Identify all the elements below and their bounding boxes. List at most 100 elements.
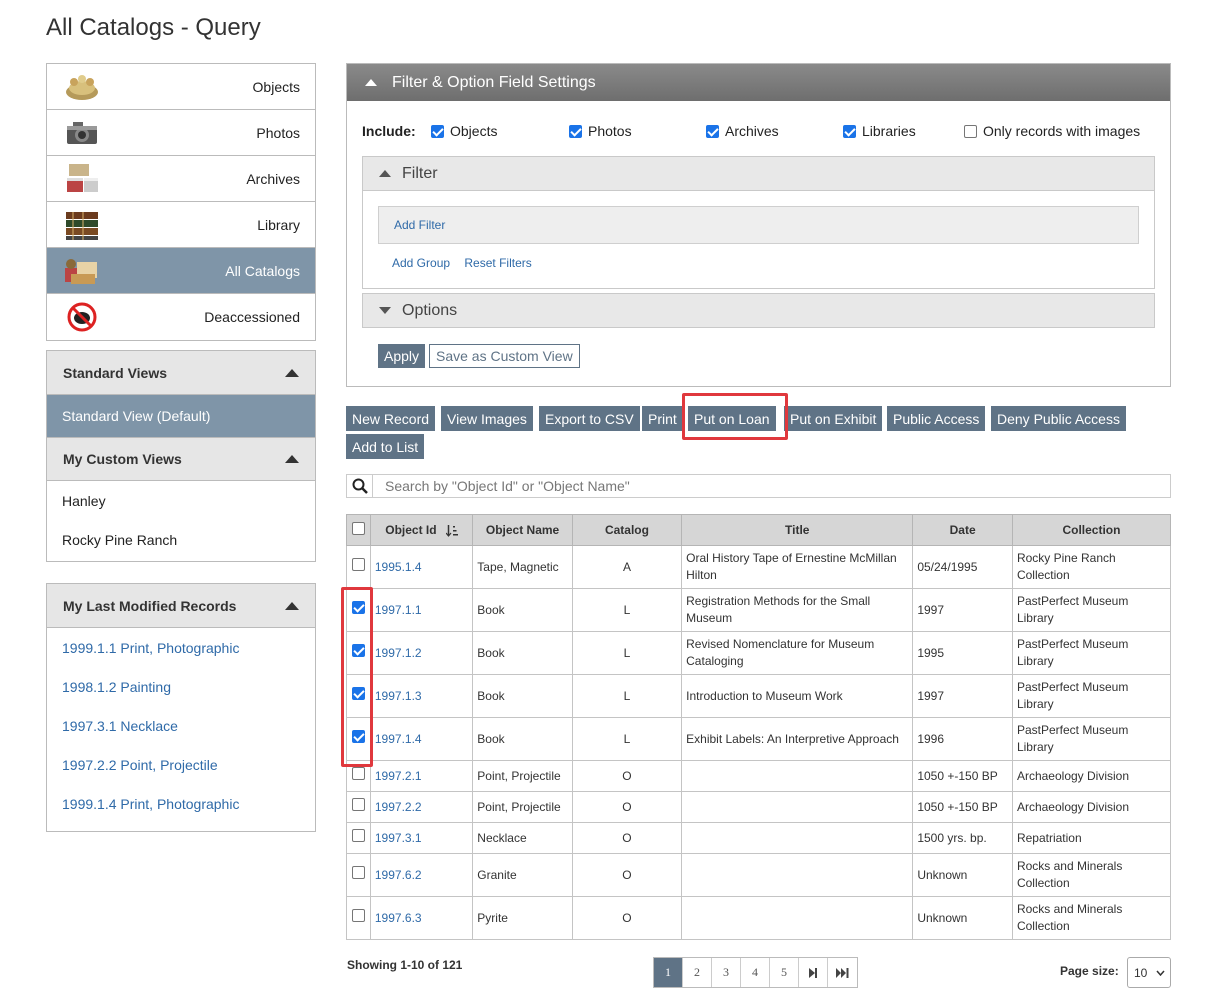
table-row[interactable]: 1997.2.2 Point, Projectile O 1050 +-150 … <box>346 791 1172 823</box>
add-group-link[interactable]: Add Group <box>392 256 450 270</box>
date-cell: 1995 <box>912 631 1013 675</box>
table-row[interactable]: 1995.1.4 Tape, Magnetic A Oral History T… <box>346 545 1172 589</box>
include-libraries-checkbox[interactable]: Libraries <box>843 123 916 139</box>
only-with-images-checkbox[interactable]: Only records with images <box>964 123 1140 139</box>
object-id-link[interactable]: 1997.6.2 <box>375 868 422 882</box>
row-checkbox[interactable] <box>351 558 365 571</box>
object-id-link[interactable]: 1997.2.2 <box>375 800 422 814</box>
recent-record-link[interactable]: 1999.1.1 Print, Photographic <box>47 628 315 667</box>
row-checkbox[interactable] <box>351 866 365 879</box>
deny-public-access-button[interactable]: Deny Public Access <box>991 406 1126 431</box>
export-csv-button[interactable]: Export to CSV <box>539 406 640 431</box>
catalog-item-photos[interactable]: Photos <box>47 110 315 156</box>
table-row[interactable]: 1997.1.2 Book L Revised Nomenclature for… <box>346 631 1172 675</box>
next-page-icon[interactable] <box>799 958 828 987</box>
object-id-link[interactable]: 1997.3.1 <box>375 831 422 845</box>
catalog-item-objects[interactable]: Objects <box>47 64 315 110</box>
recent-record-link[interactable]: 1997.3.1 Necklace <box>47 706 315 745</box>
col-catalog[interactable]: Catalog <box>571 514 683 546</box>
row-checkbox[interactable] <box>351 767 365 780</box>
views-panel: Standard Views Standard View (Default) M… <box>46 350 316 562</box>
collapse-icon[interactable] <box>285 455 299 463</box>
search-icon[interactable] <box>347 475 373 497</box>
checkbox[interactable] <box>843 124 856 138</box>
print-button[interactable]: Print <box>642 406 683 431</box>
recent-record-link[interactable]: 1998.1.2 Painting <box>47 667 315 706</box>
table-row[interactable]: 1997.2.1 Point, Projectile O 1050 +-150 … <box>346 760 1172 792</box>
public-access-button[interactable]: Public Access <box>887 406 986 431</box>
table-row[interactable]: 1997.1.1 Book L Registration Methods for… <box>346 588 1172 632</box>
standard-view-default[interactable]: Standard View (Default) <box>47 395 315 437</box>
page-button-current[interactable]: 1 <box>654 958 683 987</box>
sort-ascending-icon[interactable] <box>445 524 458 537</box>
reset-filters-link[interactable]: Reset Filters <box>464 256 531 270</box>
add-filter-link[interactable]: Add Filter <box>394 218 445 232</box>
col-date[interactable]: Date <box>912 514 1013 546</box>
save-custom-view-button[interactable]: Save as Custom View <box>429 344 580 368</box>
title-cell <box>681 760 914 792</box>
col-title[interactable]: Title <box>681 514 914 546</box>
page-button[interactable]: 3 <box>712 958 741 987</box>
collection-cell: PastPerfect Museum Library <box>1011 588 1172 632</box>
view-images-button[interactable]: View Images <box>441 406 533 431</box>
include-archives-checkbox[interactable]: Archives <box>706 123 779 139</box>
table-row[interactable]: 1997.6.2 Granite O Unknown Rocks and Min… <box>346 853 1172 897</box>
collapse-icon[interactable] <box>285 368 299 377</box>
page-size-select[interactable]: 10 <box>1127 957 1171 988</box>
new-record-button[interactable]: New Record <box>346 406 436 431</box>
page-button[interactable]: 4 <box>741 958 770 987</box>
row-checkbox[interactable] <box>351 829 365 842</box>
object-id-link[interactable]: 1997.1.4 <box>375 732 422 746</box>
apply-button[interactable]: Apply <box>378 344 426 368</box>
object-id-link[interactable]: 1995.1.4 <box>375 560 422 574</box>
add-to-list-button[interactable]: Add to List <box>346 434 425 459</box>
col-object-name[interactable]: Object Name <box>472 514 573 546</box>
add-filter-area[interactable]: Add Filter <box>378 206 1139 244</box>
checkbox[interactable] <box>964 124 977 138</box>
page-button[interactable]: 2 <box>683 958 712 987</box>
include-label: Include: <box>362 123 416 139</box>
put-on-exhibit-button[interactable]: Put on Exhibit <box>784 406 883 431</box>
row-checkbox[interactable] <box>351 909 365 922</box>
catalog-item-deaccessioned[interactable]: Deaccessioned <box>47 294 315 340</box>
page-button[interactable]: 5 <box>770 958 799 987</box>
date-cell: 05/24/1995 <box>912 545 1013 589</box>
table-row[interactable]: 1997.1.3 Book L Introduction to Museum W… <box>346 674 1172 718</box>
catalog-item-library[interactable]: Library <box>47 202 315 248</box>
checkbox[interactable] <box>569 124 582 138</box>
recent-record-link[interactable]: 1997.2.2 Point, Projectile <box>47 745 315 784</box>
catalog-item-all-catalogs[interactable]: All Catalogs <box>47 248 315 294</box>
object-id-link[interactable]: 1997.1.1 <box>375 603 422 617</box>
object-id-link[interactable]: 1997.6.3 <box>375 911 422 925</box>
custom-view-item[interactable]: Rocky Pine Ranch <box>47 520 315 559</box>
object-name-cell: Book <box>472 717 573 761</box>
col-collection[interactable]: Collection <box>1011 514 1172 546</box>
custom-view-item[interactable]: Hanley <box>47 481 315 520</box>
search-input[interactable] <box>383 476 1143 496</box>
table-row[interactable]: 1997.6.3 Pyrite O Unknown Rocks and Mine… <box>346 896 1172 940</box>
include-objects-checkbox[interactable]: Objects <box>431 123 497 139</box>
filter-settings-header[interactable]: Filter & Option Field Settings <box>347 64 1170 101</box>
object-id-link[interactable]: 1997.2.1 <box>375 769 422 783</box>
object-id-link[interactable]: 1997.1.2 <box>375 646 422 660</box>
recent-record-link[interactable]: 1999.1.4 Print, Photographic <box>47 784 315 823</box>
options-header[interactable]: Options <box>363 294 1154 327</box>
select-all-checkbox[interactable] <box>351 522 365 535</box>
filter-links: Add Group Reset Filters <box>392 256 543 270</box>
row-select-cell <box>346 545 371 589</box>
last-page-icon[interactable] <box>828 958 857 987</box>
checkbox[interactable] <box>431 124 444 138</box>
table-row[interactable]: 1997.3.1 Necklace O 1500 yrs. bp. Repatr… <box>346 822 1172 854</box>
table-row[interactable]: 1997.1.4 Book L Exhibit Labels: An Inter… <box>346 717 1172 761</box>
row-checkbox[interactable] <box>351 798 365 811</box>
object-id-link[interactable]: 1997.1.3 <box>375 689 422 703</box>
standard-views-header[interactable]: Standard Views <box>47 351 315 395</box>
catalog-item-archives[interactable]: Archives <box>47 156 315 202</box>
collapse-icon[interactable] <box>285 601 299 610</box>
last-modified-header[interactable]: My Last Modified Records <box>47 584 315 628</box>
checkbox[interactable] <box>706 124 719 138</box>
col-object-id[interactable]: Object Id <box>369 514 474 546</box>
custom-views-header[interactable]: My Custom Views <box>47 437 315 481</box>
filter-header[interactable]: Filter <box>363 157 1154 191</box>
include-photos-checkbox[interactable]: Photos <box>569 123 632 139</box>
